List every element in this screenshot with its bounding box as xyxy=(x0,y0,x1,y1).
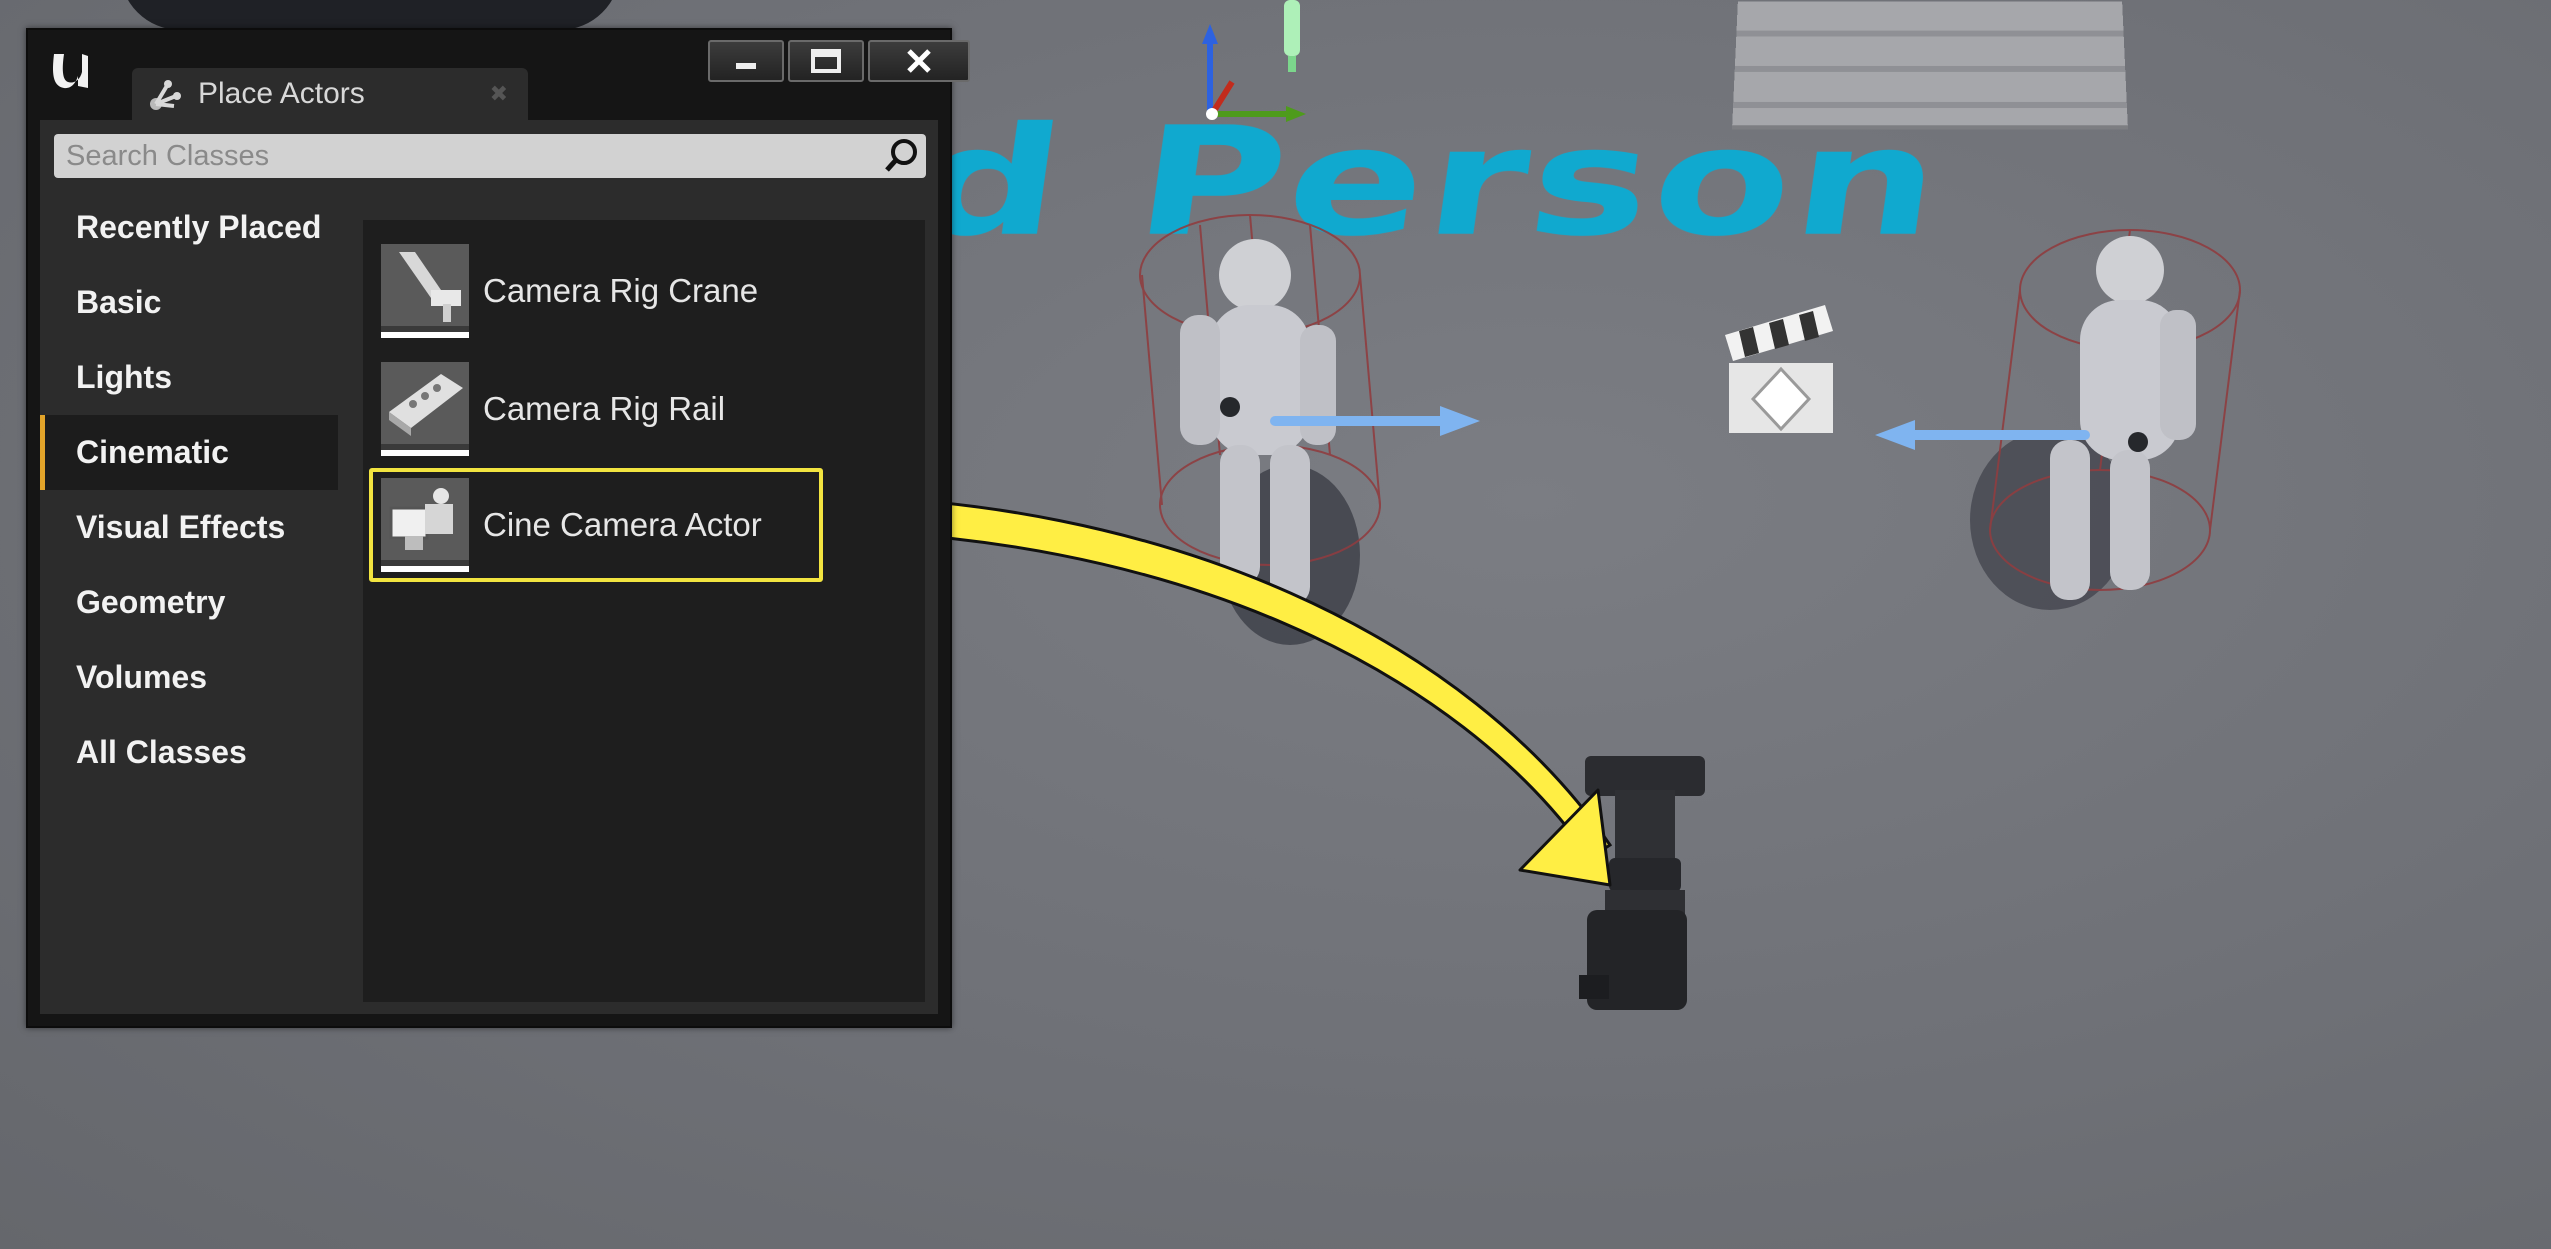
search-input[interactable] xyxy=(54,138,882,174)
category-lights[interactable]: Lights xyxy=(40,340,338,415)
minimize-button[interactable] xyxy=(708,40,784,82)
crane-icon xyxy=(381,244,469,338)
cine-camera-icon xyxy=(381,478,469,572)
category-list: Recently Placed Basic Lights Cinematic V… xyxy=(40,190,338,790)
actor-list: Camera Rig Crane Camera Rig Rail Cine Ca… xyxy=(363,220,925,1002)
search-icon[interactable] xyxy=(882,136,922,176)
actor-item-camera-rig-rail[interactable]: Camera Rig Rail xyxy=(369,352,823,466)
actor-label: Camera Rig Rail xyxy=(483,390,726,427)
tab-close-icon[interactable]: ✖ xyxy=(490,81,508,107)
actor-label: Cine Camera Actor xyxy=(483,506,762,543)
window-controls xyxy=(708,40,970,82)
tab-title: Place Actors xyxy=(198,77,365,110)
close-button[interactable] xyxy=(868,40,970,82)
unreal-logo-icon xyxy=(53,54,88,89)
actor-item-camera-rig-crane[interactable]: Camera Rig Crane xyxy=(369,234,823,348)
place-actors-icon xyxy=(150,80,181,110)
category-cinematic[interactable]: Cinematic xyxy=(40,415,338,490)
panel-body: Recently Placed Basic Lights Cinematic V… xyxy=(40,120,938,1014)
minimize-icon xyxy=(736,63,756,69)
search-box[interactable] xyxy=(54,134,926,178)
rail-icon xyxy=(381,362,469,456)
tab-place-actors[interactable]: Place Actors ✖ xyxy=(132,68,528,120)
place-actors-window: Place Actors ✖ Recently Placed Basic Lig… xyxy=(26,28,970,1028)
category-recently-placed[interactable]: Recently Placed xyxy=(40,190,338,265)
close-icon xyxy=(907,49,931,73)
category-visual-effects[interactable]: Visual Effects xyxy=(40,490,338,565)
category-geometry[interactable]: Geometry xyxy=(40,565,338,640)
maximize-button[interactable] xyxy=(788,40,864,82)
category-basic[interactable]: Basic xyxy=(40,265,338,340)
actor-label: Camera Rig Crane xyxy=(483,272,759,309)
actor-item-cine-camera-actor[interactable]: Cine Camera Actor xyxy=(369,468,823,582)
maximize-icon xyxy=(811,49,841,73)
category-all-classes[interactable]: All Classes xyxy=(40,715,338,790)
category-volumes[interactable]: Volumes xyxy=(40,640,338,715)
